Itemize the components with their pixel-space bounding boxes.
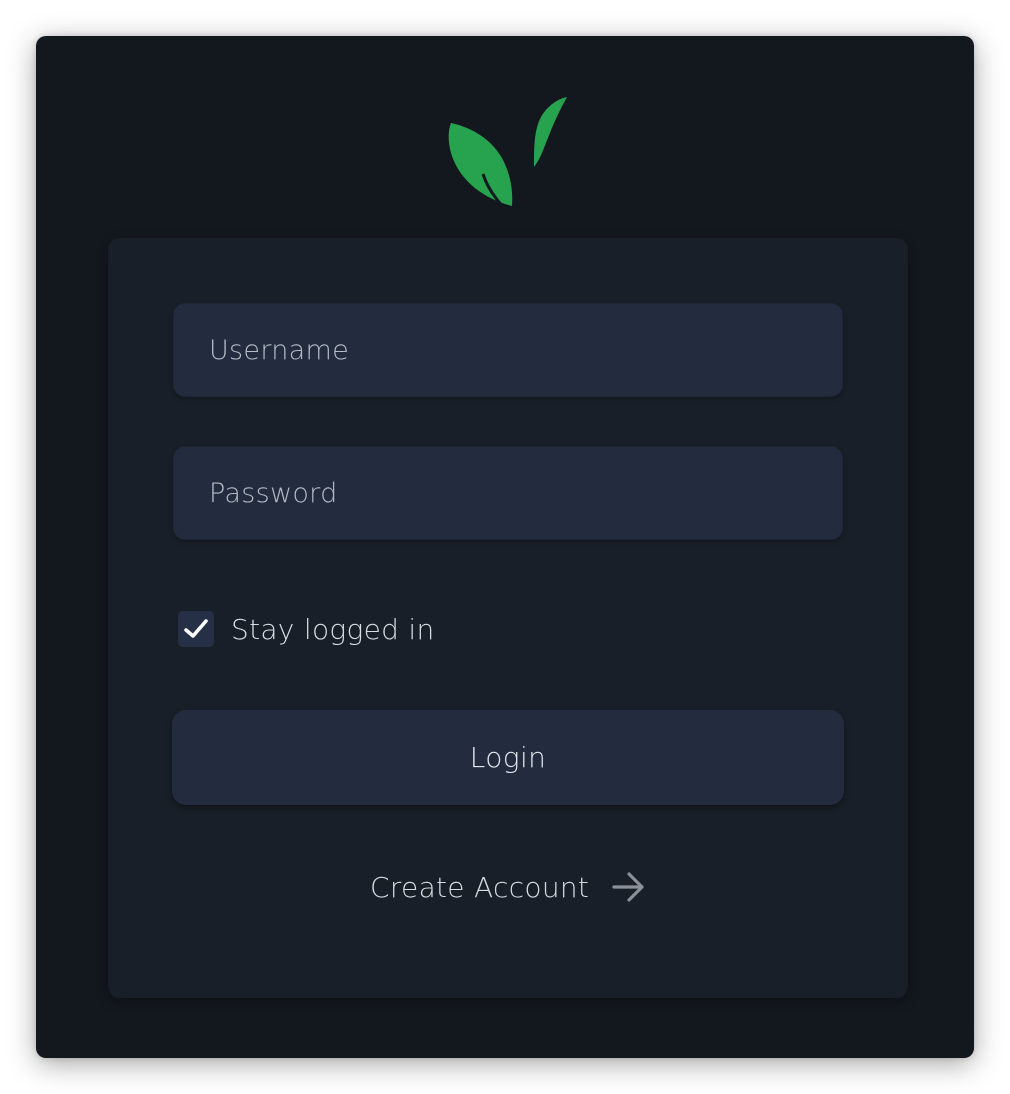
login-card: Stay logged in Login Create Account: [108, 238, 908, 998]
password-field-container: [173, 446, 843, 540]
username-field-container: [173, 303, 843, 397]
username-input[interactable]: [207, 333, 842, 367]
arrow-right-icon: [612, 872, 644, 902]
leaf-logo-icon: [448, 97, 567, 209]
create-account-link[interactable]: Create Account: [370, 866, 647, 908]
stay-logged-in-toggle[interactable]: Stay logged in: [178, 611, 435, 647]
checkmark-icon: [184, 619, 208, 638]
password-input[interactable]: [207, 476, 842, 510]
create-account-label: Create Account: [370, 870, 590, 904]
login-button[interactable]: Login: [172, 710, 844, 805]
login-window: Stay logged in Login Create Account: [36, 36, 974, 1058]
stay-logged-in-checkbox[interactable]: [178, 611, 214, 647]
stay-logged-in-label: Stay logged in: [231, 612, 435, 646]
